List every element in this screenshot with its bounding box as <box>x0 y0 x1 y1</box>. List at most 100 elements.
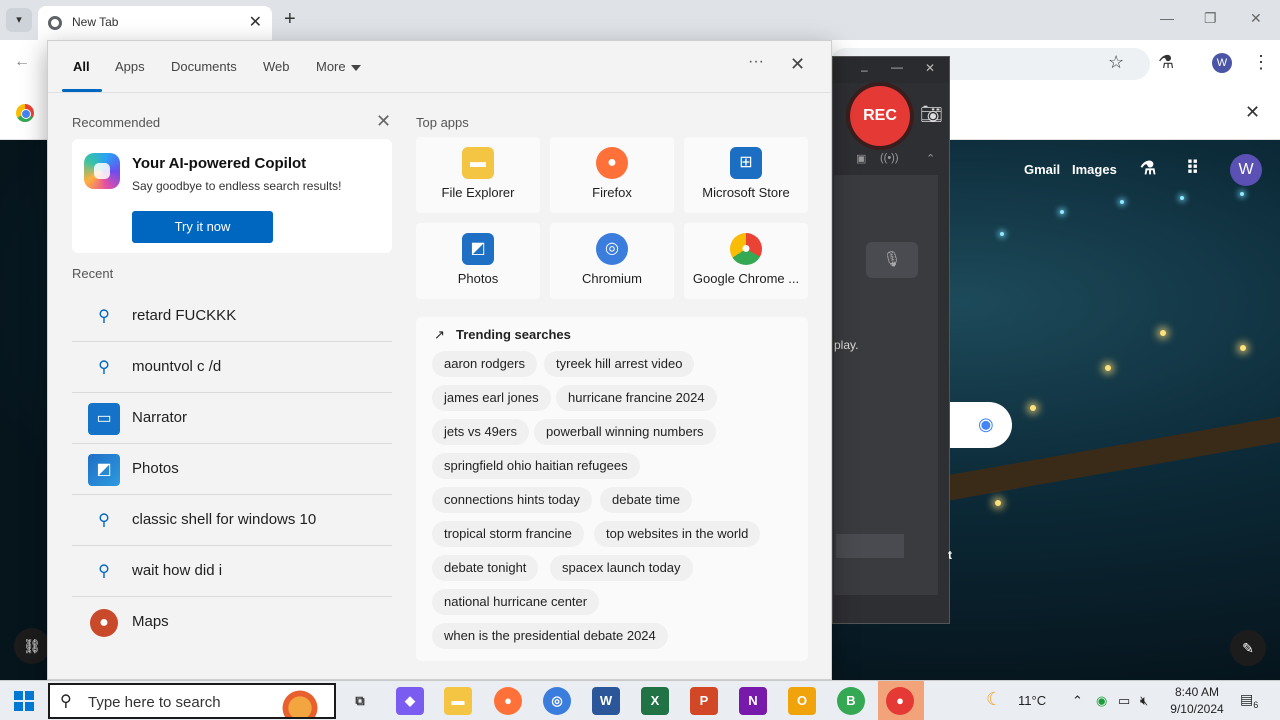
recommended-heading: Recommended <box>72 115 161 130</box>
back-icon[interactable]: ← <box>14 53 30 71</box>
copilot-card-subtitle: Say goodbye to endless search results! <box>132 179 342 193</box>
chrome-beta-icon: ● <box>730 233 762 265</box>
network-icon[interactable]: ▭ <box>1118 693 1130 709</box>
minimize-button[interactable]: — <box>1160 10 1174 26</box>
file-explorer-icon[interactable]: ▬ <box>444 687 472 715</box>
tab-close-icon[interactable]: ✕ <box>249 12 262 32</box>
link-icon[interactable]: ⛓ <box>14 628 50 664</box>
taskbar-search-box[interactable]: ⚲ Type here to search <box>48 683 336 719</box>
profile-avatar[interactable]: W <box>1212 53 1232 73</box>
info-bar-close-icon[interactable]: ✕ <box>1245 102 1260 123</box>
microphone-icon[interactable]: 🎙︎ <box>866 242 918 278</box>
recorder-close-icon[interactable]: ✕ <box>925 61 935 75</box>
trending-chip[interactable]: debate time <box>600 487 692 513</box>
recorder-mini-icon[interactable]: — <box>891 60 903 74</box>
tab-search-button[interactable]: ▾ <box>6 8 32 32</box>
labs-icon[interactable]: ⚗ <box>1140 158 1156 179</box>
recorder-screen-icon[interactable]: ▣ <box>856 152 866 165</box>
recent-item[interactable]: ⚲ retard FUCKKK <box>72 291 392 342</box>
ntp-search-box[interactable]: ◉ <box>950 402 1012 448</box>
maps-icon: ● <box>90 609 118 637</box>
menu-icon[interactable]: ⋮ <box>1252 52 1270 73</box>
close-window-button[interactable]: ✕ <box>1250 10 1262 27</box>
apps-grid-icon[interactable]: ⠿ <box>1186 158 1199 179</box>
dismiss-recommended-icon[interactable]: ✕ <box>376 111 391 132</box>
trending-chip[interactable]: tyreek hill arrest video <box>544 351 695 377</box>
trending-chip[interactable]: top websites in the world <box>594 521 761 547</box>
status-circle-icon[interactable]: ◉ <box>1096 693 1107 709</box>
recorder-minimize-icon[interactable]: – <box>861 63 868 77</box>
volume-muted-icon[interactable]: 🔇︎ <box>1140 693 1148 709</box>
recorder-broadcast-icon[interactable]: ((•)) <box>880 152 899 164</box>
chevron-up-icon[interactable]: ⌃ <box>1072 693 1083 709</box>
more-options-icon[interactable]: ··· <box>748 53 764 71</box>
customize-pencil-icon[interactable]: ✎ <box>1230 630 1266 666</box>
record-button[interactable]: REC <box>850 86 910 146</box>
trending-chip[interactable]: tropical storm francine <box>432 521 584 547</box>
recent-item[interactable]: ⚲ mountvol c /d <box>72 342 392 393</box>
firefox-icon[interactable]: ● <box>494 687 522 715</box>
copilot-icon[interactable]: ◆ <box>396 687 424 715</box>
notification-center-icon[interactable]: ▤6 <box>1240 691 1258 710</box>
trending-chip[interactable]: national hurricane center <box>432 589 600 615</box>
app-tile-chromium[interactable]: ◎ Chromium <box>550 223 674 299</box>
app-tile-google-chrome-beta[interactable]: ● Google Chrome ... <box>684 223 808 299</box>
word-icon[interactable]: W <box>592 687 620 715</box>
ntp-avatar[interactable]: W <box>1230 154 1262 186</box>
recent-item[interactable]: ⚲ wait how did i <box>72 546 392 597</box>
outlook-icon[interactable]: O <box>788 687 816 715</box>
try-it-now-button[interactable]: Try it now <box>132 211 273 243</box>
tab-new-tab[interactable]: New Tab ✕ <box>38 6 272 40</box>
recorder-field[interactable] <box>836 534 904 558</box>
recent-item[interactable]: ◩ Photos <box>72 444 392 495</box>
chrome-beta-icon[interactable]: B <box>837 687 865 715</box>
tab-all[interactable]: All <box>73 59 90 74</box>
excel-icon[interactable]: X <box>641 687 669 715</box>
task-view-icon[interactable]: ⧉ <box>346 687 374 715</box>
images-link[interactable]: Images <box>1072 162 1117 177</box>
gmail-link[interactable]: Gmail <box>1024 162 1060 177</box>
app-tile-photos[interactable]: ◩ Photos <box>416 223 540 299</box>
app-tile-firefox[interactable]: ● Firefox <box>550 137 674 213</box>
recent-item[interactable]: ▭ Narrator <box>72 393 392 444</box>
close-icon[interactable]: ✕ <box>790 54 805 75</box>
trending-chip[interactable]: when is the presidential debate 2024 <box>432 623 668 649</box>
search-icon: ⚲ <box>98 359 110 376</box>
camera-icon[interactable]: 📷︎ <box>920 104 943 125</box>
tab-more[interactable]: More <box>316 59 361 74</box>
app-label: Chromium <box>582 271 642 286</box>
clock[interactable]: 8:40 AM 9/10/2024 <box>1162 684 1232 718</box>
trending-chip[interactable]: debate tonight <box>432 555 539 581</box>
trending-chip[interactable]: aaron rodgers <box>432 351 537 377</box>
trending-chip[interactable]: hurricane francine 2024 <box>556 385 717 411</box>
chromium-icon[interactable]: ◎ <box>543 687 571 715</box>
weather-temperature[interactable]: 11°C <box>1018 693 1046 708</box>
trending-chip[interactable]: james earl jones <box>432 385 551 411</box>
tab-documents[interactable]: Documents <box>171 59 237 74</box>
app-tile-microsoft-store[interactable]: ⊞ Microsoft Store <box>684 137 808 213</box>
windows-start-icon[interactable] <box>14 691 34 711</box>
labs-flask-icon[interactable]: ⚗ <box>1158 52 1174 73</box>
trending-chip[interactable]: jets vs 49ers <box>432 419 529 445</box>
copilot-card[interactable]: Your AI-powered Copilot Say goodbye to e… <box>72 139 392 253</box>
recorder-text-2: t <box>948 548 952 562</box>
weather-moon-icon[interactable]: ☾ <box>986 689 1002 710</box>
recent-item[interactable]: ⚲ classic shell for windows 10 <box>72 495 392 546</box>
powerpoint-icon[interactable]: P <box>690 687 718 715</box>
app-tile-file-explorer[interactable]: ▬ File Explorer <box>416 137 540 213</box>
tab-apps[interactable]: Apps <box>115 59 145 74</box>
active-tab-indicator <box>62 89 102 92</box>
trending-chip[interactable]: powerball winning numbers <box>534 419 716 445</box>
recorder-collapse-icon[interactable]: ⌃ <box>926 152 935 165</box>
bookmark-star-icon[interactable]: ☆ <box>1108 52 1124 73</box>
lens-icon[interactable]: ◉ <box>978 414 994 435</box>
trending-chip[interactable]: spacex launch today <box>550 555 693 581</box>
onenote-icon[interactable]: N <box>739 687 767 715</box>
maximize-button[interactable]: ❐ <box>1204 10 1217 27</box>
trending-chip[interactable]: springfield ohio haitian refugees <box>432 453 640 479</box>
recent-item[interactable]: ● Maps <box>72 597 392 648</box>
recorder-icon[interactable]: ● <box>886 687 914 715</box>
new-tab-button[interactable]: + <box>284 8 296 31</box>
trending-chip[interactable]: connections hints today <box>432 487 592 513</box>
tab-web[interactable]: Web <box>263 59 290 74</box>
